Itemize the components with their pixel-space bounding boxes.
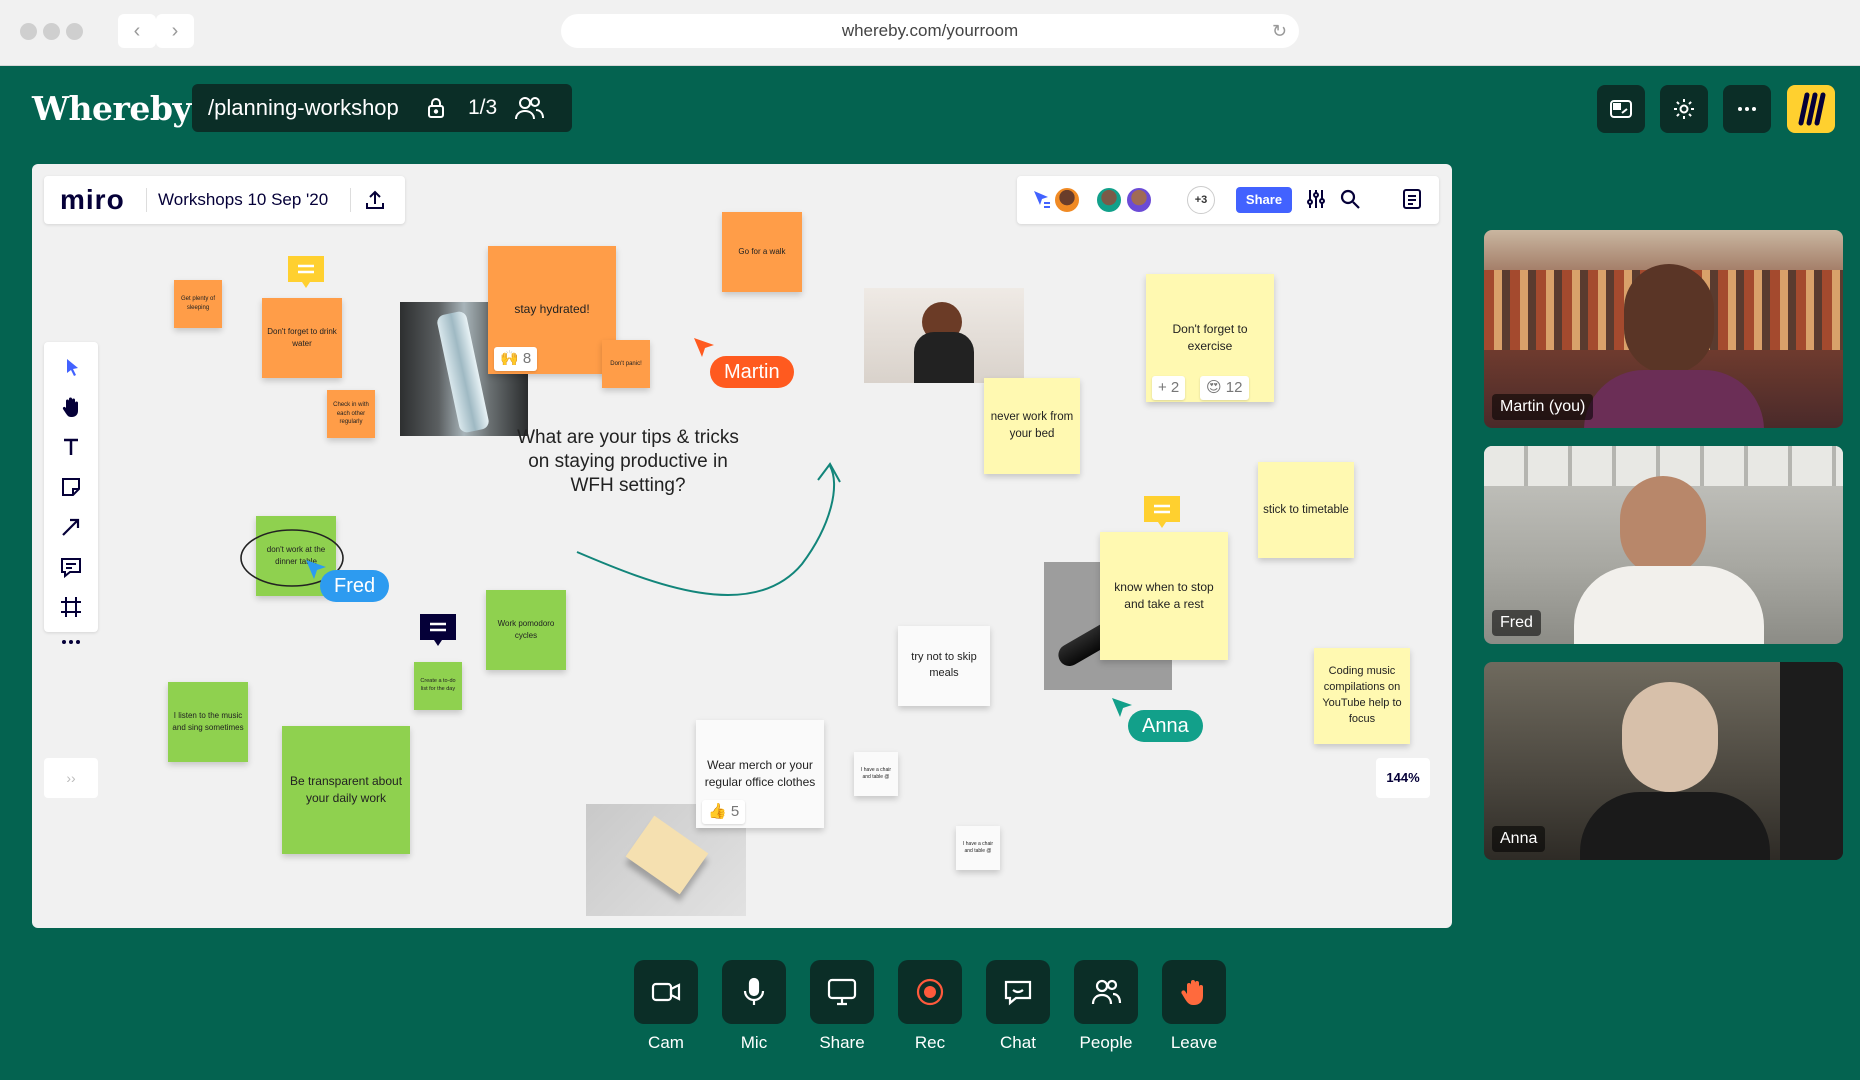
people-button[interactable] xyxy=(1074,960,1138,1024)
video-tile-fred[interactable]: Fred xyxy=(1484,446,1843,644)
comment-bubble-icon[interactable] xyxy=(418,612,458,650)
sticky-note[interactable]: Work pomodoro cycles xyxy=(486,590,566,670)
gear-icon xyxy=(1674,99,1694,119)
record-icon xyxy=(916,978,944,1006)
people-icon xyxy=(1091,979,1122,1005)
rec-label: Rec xyxy=(914,1033,946,1052)
window-zoom-dot[interactable] xyxy=(66,23,83,40)
sticky-note[interactable]: Don't forget to drink water xyxy=(262,298,342,378)
cursor-label-martin: Martin xyxy=(710,356,794,388)
chat-label: Chat xyxy=(1000,1033,1036,1052)
rec-control[interactable]: Rec xyxy=(895,960,965,1053)
sticky-note[interactable]: I listen to the music and sing sometimes xyxy=(168,682,248,762)
participant-count: 1/3 xyxy=(468,96,498,119)
cursor-label-anna: Anna xyxy=(1128,710,1203,742)
reaction-badge[interactable]: 🙌 8 xyxy=(494,347,538,371)
reaction-badge[interactable]: 😍 12 xyxy=(1200,376,1249,400)
participant-face xyxy=(1622,682,1718,792)
video-tile-anna[interactable]: Anna xyxy=(1484,662,1843,860)
sticky-note[interactable]: Go for a walk xyxy=(722,212,802,292)
address-bar[interactable]: whereby.com/yourroom ↻ xyxy=(561,14,1299,48)
cam-button[interactable] xyxy=(634,960,698,1024)
participant-name: Fred xyxy=(1492,610,1541,636)
mic-label: Mic xyxy=(740,1033,768,1052)
reaction-badge[interactable]: 👍 5 xyxy=(702,800,746,824)
person-body-shape xyxy=(914,332,974,383)
cam-label: Cam xyxy=(648,1033,684,1052)
url-text: whereby.com/yourroom xyxy=(841,21,1019,40)
settings-button[interactable] xyxy=(1660,85,1708,133)
door-background xyxy=(1780,662,1843,860)
people-control[interactable]: People xyxy=(1071,960,1141,1053)
participant-face xyxy=(1620,476,1706,576)
leave-button[interactable] xyxy=(1162,960,1226,1024)
mic-control[interactable]: Mic xyxy=(719,960,789,1053)
miro-board[interactable]: miro Workshops 10 Sep '20 +3 Share ›› 14… xyxy=(32,164,1452,928)
water-bottle-shape xyxy=(435,310,491,434)
sticky-note[interactable]: Get plenty of sleeping xyxy=(174,280,222,328)
participant-body xyxy=(1584,370,1764,428)
room-name: /planning-workshop xyxy=(208,95,399,120)
sticky-note[interactable]: Check in with each other regularly xyxy=(327,390,375,438)
participant-body xyxy=(1574,566,1764,644)
leave-control[interactable]: Leave xyxy=(1159,960,1229,1053)
share-control[interactable]: Share xyxy=(807,960,877,1053)
comment-bubble-icon[interactable] xyxy=(1142,494,1182,532)
people-label: People xyxy=(1079,1033,1133,1052)
lock-icon xyxy=(428,98,444,118)
record-button[interactable] xyxy=(898,960,962,1024)
video-tile-martin[interactable]: Martin (you) xyxy=(1484,230,1843,428)
comment-bubble-icon[interactable] xyxy=(286,254,326,292)
reload-icon[interactable]: ↻ xyxy=(1272,21,1287,41)
more-options-button[interactable] xyxy=(1723,85,1771,133)
share-label: Share xyxy=(819,1033,865,1052)
miro-integration-button[interactable] xyxy=(1787,85,1835,133)
picture-in-picture-icon xyxy=(1610,100,1632,118)
sticky-note[interactable]: try not to skip meals xyxy=(898,626,990,706)
chevron-left-icon: ‹ xyxy=(133,20,141,42)
woman-laptop-photo[interactable] xyxy=(864,288,1024,383)
chat-button[interactable] xyxy=(986,960,1050,1024)
cam-control[interactable]: Cam xyxy=(631,960,701,1053)
participant-name: Martin (you) xyxy=(1492,394,1594,420)
mic-button[interactable] xyxy=(722,960,786,1024)
browser-chrome: ‹ › whereby.com/yourroom ↻ xyxy=(0,0,1860,66)
back-button[interactable]: ‹ xyxy=(118,14,156,48)
microphone-icon xyxy=(743,977,765,1005)
sticky-note[interactable]: I have a chair and table @ xyxy=(956,826,1000,870)
chat-control[interactable]: Chat xyxy=(983,960,1053,1053)
reaction-badge[interactable]: + 2 xyxy=(1152,376,1186,400)
share-screen-button[interactable] xyxy=(810,960,874,1024)
room-info[interactable]: /planning-workshop 1/3 xyxy=(192,84,572,132)
sticky-note[interactable]: I have a chair and table @ xyxy=(854,752,898,796)
forward-button[interactable]: › xyxy=(156,14,194,48)
sticky-note[interactable]: Coding music compilations on YouTube hel… xyxy=(1314,648,1410,744)
people-icon xyxy=(515,97,544,120)
picture-in-picture-button[interactable] xyxy=(1597,85,1645,133)
wave-hand-icon xyxy=(1181,980,1203,1005)
sticky-note[interactable]: stick to timetable xyxy=(1258,462,1354,558)
cursor-label-fred: Fred xyxy=(320,570,390,602)
cursor-arrow-icon xyxy=(694,338,714,357)
chat-icon xyxy=(1004,980,1032,1006)
camera-icon xyxy=(651,982,681,1002)
participant-face xyxy=(1624,264,1714,374)
window-close-dot[interactable] xyxy=(20,23,37,40)
sticky-note[interactable]: Don't panic! xyxy=(602,340,650,388)
sticky-note[interactable]: never work from your bed xyxy=(984,378,1080,474)
miro-logo-icon xyxy=(1798,92,1826,126)
sticky-note[interactable]: Be transparent about your daily work xyxy=(282,726,410,854)
chevron-right-icon: › xyxy=(171,20,179,42)
screen-share-icon xyxy=(827,978,857,1006)
participant-name: Anna xyxy=(1492,826,1546,852)
more-horizontal-icon xyxy=(1738,107,1756,111)
participant-body xyxy=(1580,792,1770,860)
sticky-note[interactable]: Create a to-do list for the day xyxy=(414,662,462,710)
board-question[interactable]: What are your tips & tricks on staying p… xyxy=(508,426,748,497)
whereby-app: Whereby /planning-workshop 1/3 miro Work… xyxy=(0,66,1860,1080)
whereby-logo: Whereby xyxy=(32,89,192,128)
sticky-note[interactable]: know when to stop and take a rest xyxy=(1100,532,1228,660)
leave-label: Leave xyxy=(1170,1033,1218,1052)
window-minimize-dot[interactable] xyxy=(43,23,60,40)
